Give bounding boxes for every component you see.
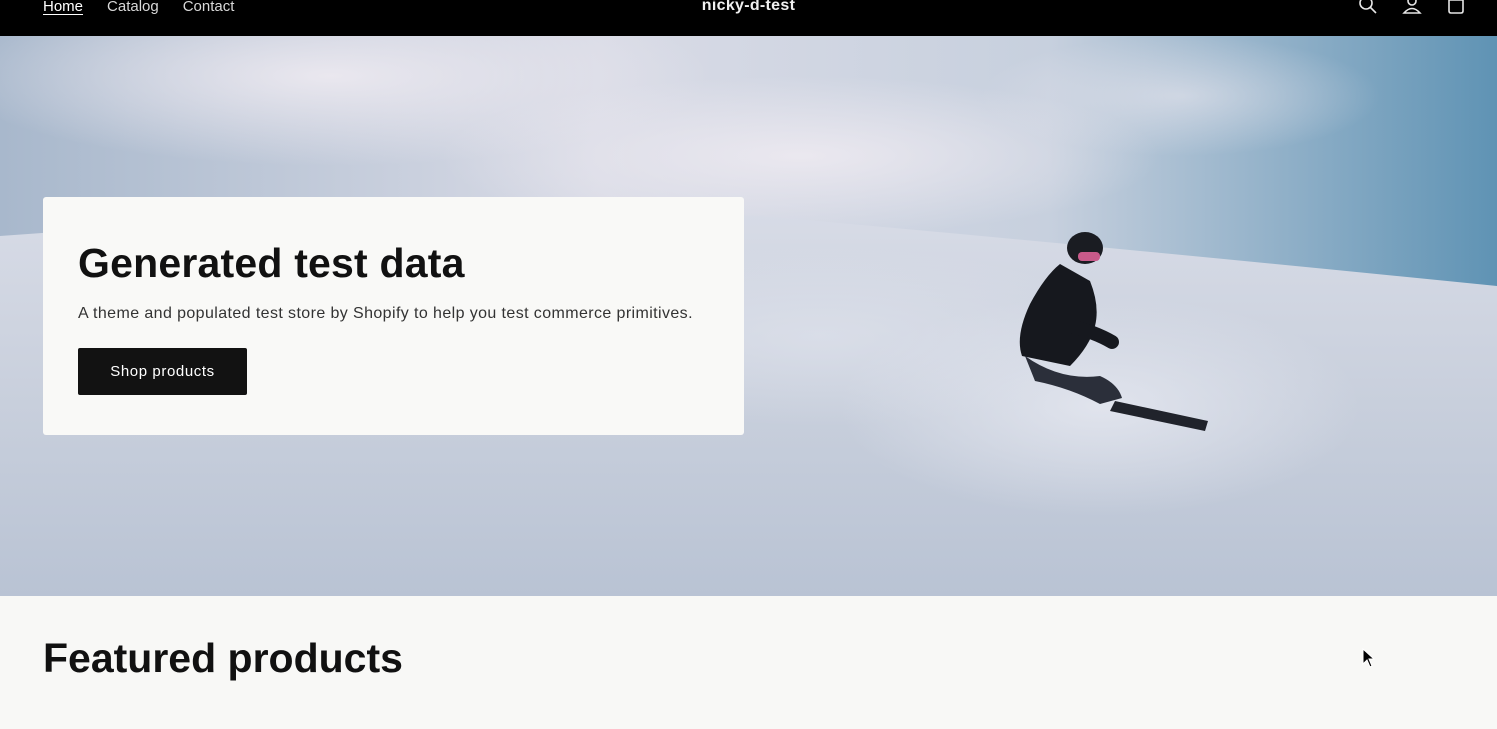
account-icon[interactable] (1401, 0, 1423, 16)
hero-banner: Generated test data A theme and populate… (0, 36, 1497, 596)
search-icon[interactable] (1357, 0, 1379, 16)
cart-icon[interactable] (1445, 0, 1467, 16)
hero-description: A theme and populated test store by Shop… (78, 305, 693, 322)
featured-products-section: Featured products (0, 596, 1497, 729)
shop-products-button[interactable]: Shop products (78, 348, 247, 395)
mouse-cursor-icon (1362, 648, 1376, 668)
store-name-logo[interactable]: nicky-d-test (0, 0, 1497, 16)
site-header: Home Catalog Contact nicky-d-test (0, 0, 1497, 36)
hero-content-card: Generated test data A theme and populate… (43, 197, 744, 435)
hero-title: Generated test data (78, 240, 465, 286)
header-icons (1357, 0, 1467, 16)
featured-products-heading: Featured products (43, 635, 403, 681)
